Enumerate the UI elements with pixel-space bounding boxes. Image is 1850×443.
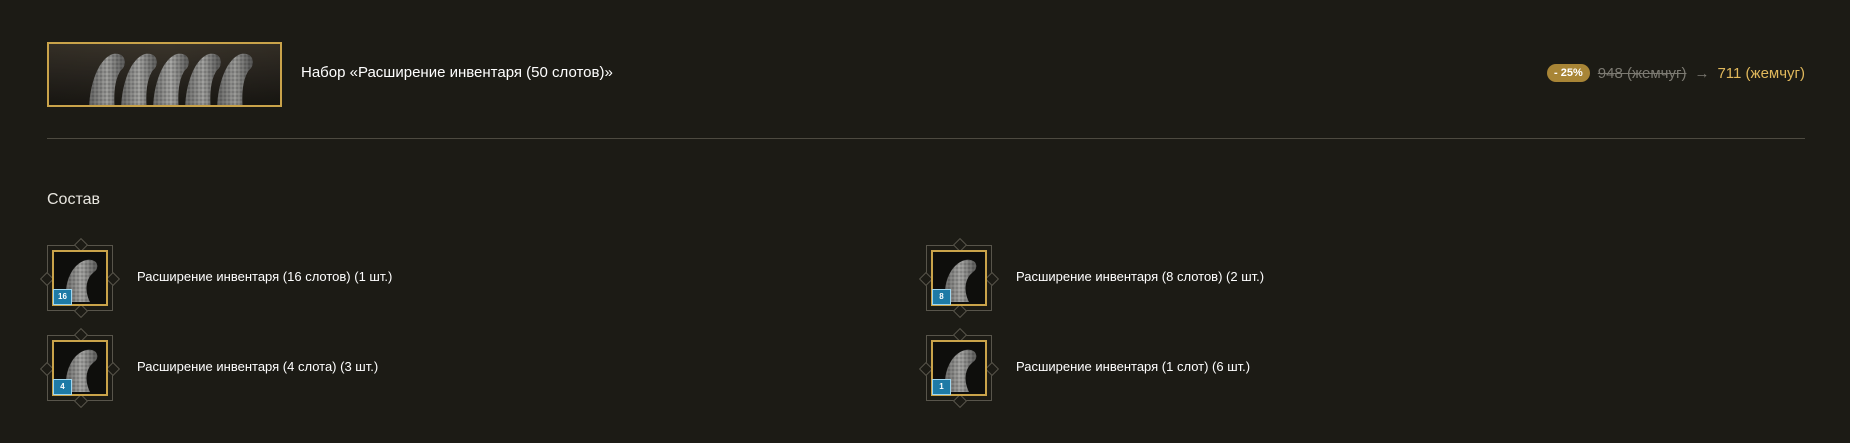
new-price: 711 (жемчуг) bbox=[1717, 64, 1805, 82]
composition-item[interactable]: 4 Расширение инвентаря (4 слота) (3 шт.) bbox=[39, 327, 807, 409]
slot-count-badge: 1 bbox=[932, 379, 951, 395]
frame-diamond bbox=[984, 271, 1000, 287]
price-arrow-icon: → bbox=[1694, 64, 1710, 82]
price-block: - 25% 948 (жемчуг) → 711 (жемчуг) bbox=[1547, 64, 1805, 82]
discount-badge: - 25% bbox=[1547, 64, 1590, 82]
frame-diamond bbox=[105, 361, 121, 377]
item-icon-frame[interactable]: 16 bbox=[39, 237, 121, 319]
frame-diamond bbox=[952, 303, 968, 319]
bundle-header: Набор «Расширение инвентаря (50 слотов)»… bbox=[47, 42, 1805, 107]
frame-diamond bbox=[105, 271, 121, 287]
old-price: 948 (жемчуг) bbox=[1597, 64, 1687, 82]
item-label: Расширение инвентаря (4 слота) (3 шт.) bbox=[137, 359, 379, 374]
frame-diamond bbox=[73, 393, 89, 409]
item-label: Расширение инвентаря (8 слотов) (2 шт.) bbox=[1016, 269, 1265, 284]
frame-diamond bbox=[952, 393, 968, 409]
slot-count-badge: 16 bbox=[53, 289, 72, 305]
composition-item[interactable]: 1 Расширение инвентаря (1 слот) (6 шт.) bbox=[918, 327, 1686, 409]
frame-diamond bbox=[984, 361, 1000, 377]
slot-count-badge: 8 bbox=[932, 289, 951, 305]
composition-item[interactable]: 8 Расширение инвентаря (8 слотов) (2 шт.… bbox=[918, 237, 1686, 319]
item-label: Расширение инвентаря (1 слот) (6 шт.) bbox=[1016, 359, 1251, 374]
composition-title: Состав bbox=[47, 191, 100, 208]
bundle-title: Набор «Расширение инвентаря (50 слотов)» bbox=[301, 64, 613, 81]
item-icon-frame[interactable]: 8 bbox=[918, 237, 1000, 319]
item-label: Расширение инвентаря (16 слотов) (1 шт.) bbox=[137, 269, 393, 284]
composition-item[interactable]: 16 Расширение инвентаря (16 слотов) (1 ш… bbox=[39, 237, 807, 319]
item-icon-frame[interactable]: 1 bbox=[918, 327, 1000, 409]
frame-diamond bbox=[73, 303, 89, 319]
divider bbox=[47, 138, 1805, 139]
item-icon-frame[interactable]: 4 bbox=[39, 327, 121, 409]
inventory-bags-banner-icon bbox=[47, 42, 282, 107]
slot-count-badge: 4 bbox=[53, 379, 72, 395]
